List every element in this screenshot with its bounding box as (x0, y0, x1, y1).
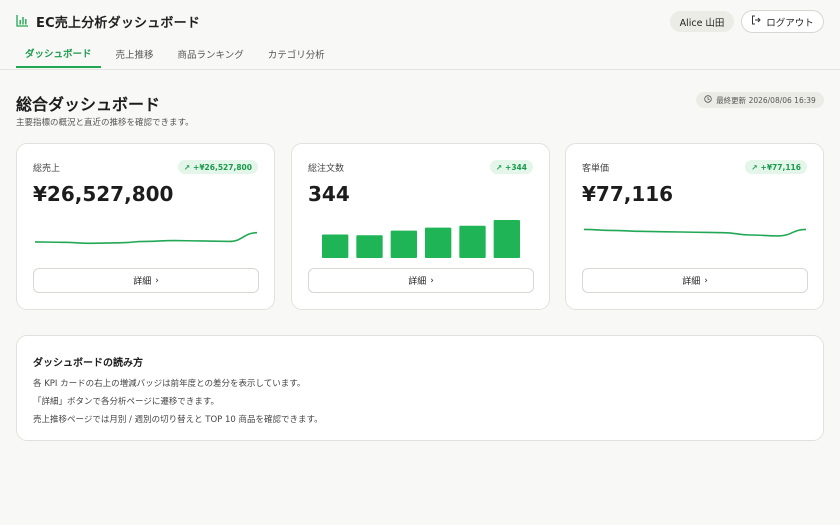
bar-mark (493, 220, 520, 258)
page-subtitle: 主要指標の概況と直近の推移を確認できます。 (16, 118, 194, 128)
sparkline-series (583, 228, 807, 237)
logout-label: ログアウト (766, 17, 814, 29)
logout-button[interactable]: ログアウト (741, 10, 824, 33)
clock-icon (704, 95, 712, 105)
guide-title: ダッシュボードの読み方 (33, 358, 143, 369)
chevron-right-icon: › (155, 275, 159, 286)
top-bar: EC売上分析ダッシュボード Alice 山田 ログアウト ダッシュボード 売上推… (0, 0, 840, 70)
sparkline-chart (34, 231, 258, 245)
detail-label: 詳細 (682, 277, 701, 287)
delta-badge: ↗ +344 (489, 160, 533, 174)
kpi-value: 344 (308, 182, 350, 206)
main-tabs: ダッシュボード 売上推移 商品ランキング カテゴリ分析 (16, 40, 340, 70)
last-updated-badge: 最終更新 2026/08/06 16:39 (696, 92, 824, 108)
last-updated-text: 最終更新 2026/08/06 16:39 (716, 95, 816, 105)
detail-label: 詳細 (408, 277, 427, 287)
tab-dashboard[interactable]: ダッシュボード (16, 40, 101, 68)
bar-mark (356, 235, 383, 258)
logout-icon (751, 15, 761, 28)
guide-line: 各 KPI カードの右上の増減バッジは前年度との差分を表示しています。 (33, 379, 306, 389)
delta-badge: ↗ +¥77,116 (745, 160, 807, 174)
guide-line: 「詳細」ボタンで各分析ページに遷移できます。 (33, 397, 219, 407)
brand: EC売上分析ダッシュボード (16, 12, 201, 31)
dashboard-guide: ダッシュボードの読み方 各 KPI カードの右上の増減バッジは前年度との差分を表… (16, 335, 824, 441)
kpi-value: ¥26,527,800 (33, 182, 174, 206)
bar-mini-chart (322, 220, 520, 258)
sparkline-series (34, 231, 258, 245)
bar-mark (390, 230, 417, 258)
bar-mark (459, 225, 486, 258)
kpi-label: 客単価 (582, 164, 610, 174)
arrow-up-right-icon: ↗ (751, 162, 758, 172)
delta-value: +¥26,527,800 (193, 162, 252, 172)
arrow-up-right-icon: ↗ (183, 162, 191, 172)
tab-sales-trend[interactable]: 売上推移 (107, 40, 163, 67)
detail-button[interactable]: 詳細 › (582, 268, 808, 293)
kpi-card-avg-order-value: 客単価 ↗ +¥77,116 ¥77,116 詳細 › (565, 143, 824, 310)
detail-button[interactable]: 詳細 › (308, 268, 534, 293)
sparkline-chart (583, 228, 807, 237)
tab-category-analysis[interactable]: カテゴリ分析 (259, 40, 334, 67)
bar-mark (425, 227, 452, 258)
delta-value: +344 (505, 162, 527, 172)
user-name-pill[interactable]: Alice 山田 (670, 11, 734, 32)
page-title: 総合ダッシュボード (16, 95, 161, 114)
chevron-right-icon: › (430, 275, 434, 286)
delta-badge: ↗ +¥26,527,800 (177, 160, 258, 174)
delta-value: +¥77,116 (760, 162, 801, 172)
detail-label: 詳細 (133, 277, 152, 287)
arrow-up-right-icon: ↗ (495, 162, 503, 172)
bar-chart-icon (16, 12, 29, 31)
app-title: EC売上分析ダッシュボード (36, 15, 201, 31)
guide-line: 売上推移ページでは月別 / 週別の切り替えと TOP 10 商品を確認できます。 (33, 415, 323, 425)
kpi-label: 総売上 (33, 164, 61, 174)
kpi-value: ¥77,116 (582, 182, 674, 206)
kpi-card-total-sales: 総売上 ↗ +¥26,527,800 ¥26,527,800 詳細 › (16, 143, 275, 310)
chevron-right-icon: › (704, 275, 708, 286)
bar-mark (322, 234, 349, 258)
kpi-card-total-orders: 総注文数 ↗ +344 344 詳細 › (291, 143, 550, 310)
kpi-label: 総注文数 (308, 164, 345, 174)
detail-button[interactable]: 詳細 › (33, 268, 259, 293)
tab-product-ranking[interactable]: 商品ランキング (169, 40, 253, 67)
